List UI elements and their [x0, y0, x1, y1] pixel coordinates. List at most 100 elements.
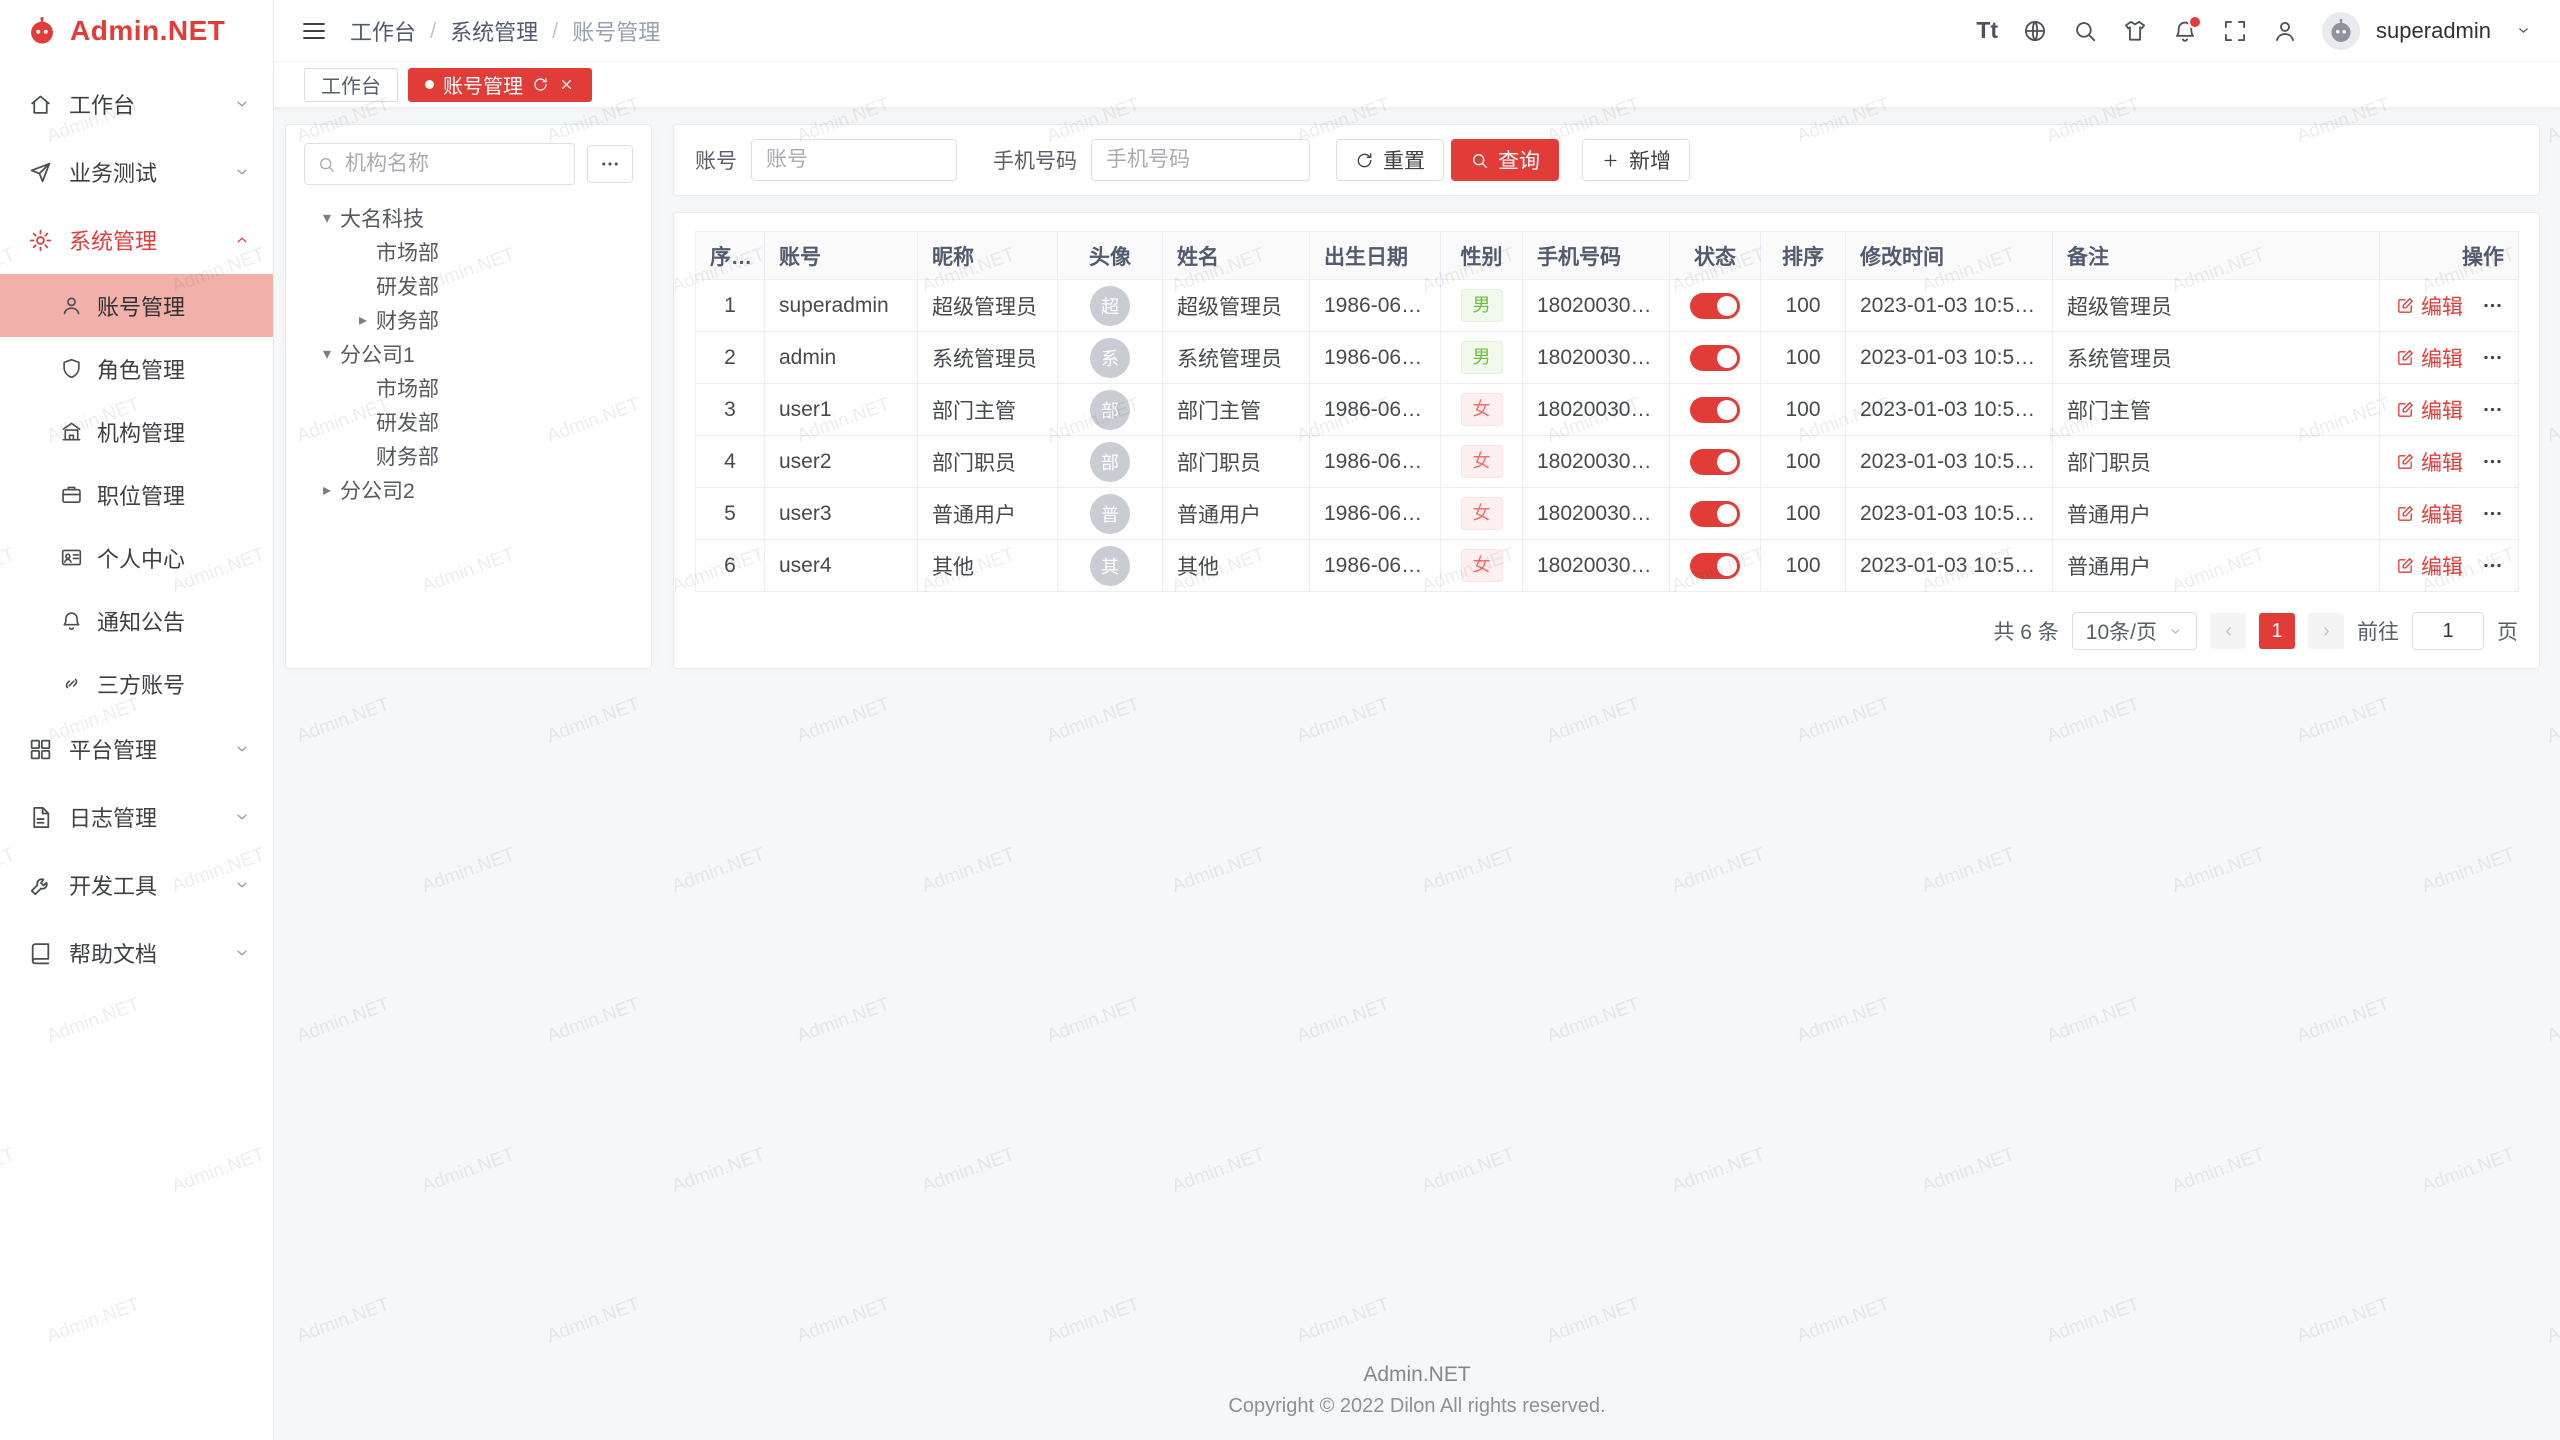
- profile-icon[interactable]: [2272, 18, 2298, 44]
- org-search-input[interactable]: [345, 152, 562, 176]
- user-menu-chevron-icon[interactable]: [2515, 22, 2532, 39]
- gender-tag: 女: [1461, 445, 1503, 477]
- tree-node[interactable]: 研发部: [304, 269, 633, 303]
- phone-input[interactable]: [1091, 139, 1310, 181]
- status-toggle[interactable]: [1690, 449, 1740, 475]
- tree-node[interactable]: 市场部: [304, 371, 633, 405]
- next-page-button[interactable]: [2308, 613, 2344, 649]
- theme-icon[interactable]: [2122, 18, 2148, 44]
- cell-name: 系统管理员: [1163, 332, 1310, 384]
- cell-account: superadmin: [765, 280, 918, 332]
- tree-caret-icon[interactable]: ▸: [314, 480, 340, 500]
- reset-button[interactable]: 重置: [1336, 139, 1444, 181]
- font-size-icon[interactable]: Tt: [1976, 19, 1998, 42]
- sidebar-item-system[interactable]: 系统管理: [0, 206, 273, 274]
- sidebar-item-platform[interactable]: 平台管理: [0, 715, 273, 783]
- org-more-button[interactable]: [587, 145, 633, 183]
- brand-logo[interactable]: Admin.NET: [0, 0, 273, 62]
- sidebar-subitem-position[interactable]: 职位管理: [0, 463, 273, 526]
- table-header-row: 序号账号昵称头像姓名出生日期性别手机号码状态排序修改时间备注操作: [696, 232, 2519, 280]
- cell-modified-time: 2023-01-03 10:59:44: [1846, 436, 2053, 488]
- column-header: 序号: [696, 232, 765, 280]
- tree-caret-icon[interactable]: ▾: [314, 344, 340, 364]
- tree-caret-icon[interactable]: ▾: [314, 208, 340, 228]
- add-button[interactable]: 新增: [1582, 139, 1690, 181]
- cell-avatar: 部: [1058, 436, 1163, 488]
- row-more-button[interactable]: [2481, 398, 2504, 421]
- row-more-button[interactable]: [2481, 294, 2504, 317]
- breadcrumb-item-system[interactable]: 系统管理: [450, 15, 538, 47]
- edit-button[interactable]: 编辑: [2396, 395, 2463, 425]
- tab-account-management[interactable]: 账号管理: [408, 68, 592, 102]
- cell-account: user3: [765, 488, 918, 540]
- sidebar-subitem-profile[interactable]: 个人中心: [0, 526, 273, 589]
- column-header: 头像: [1058, 232, 1163, 280]
- edit-button[interactable]: 编辑: [2396, 291, 2463, 321]
- page-1-button[interactable]: 1: [2259, 613, 2295, 649]
- sidebar-item-workbench[interactable]: 工作台: [0, 70, 273, 138]
- sidebar-subitem-label: 通知公告: [97, 605, 185, 637]
- edit-button[interactable]: 编辑: [2396, 499, 2463, 529]
- cell-gender: 女: [1441, 384, 1523, 436]
- edit-button[interactable]: 编辑: [2396, 551, 2463, 581]
- goto-page-input[interactable]: [2412, 612, 2484, 650]
- tree-node[interactable]: 市场部: [304, 235, 633, 269]
- sidebar-subitem-notice[interactable]: 通知公告: [0, 589, 273, 652]
- chevron-down-icon: [233, 808, 251, 826]
- username[interactable]: superadmin: [2376, 18, 2491, 44]
- active-tab-dot: [425, 80, 434, 89]
- row-more-button[interactable]: [2481, 450, 2504, 473]
- language-icon[interactable]: [2022, 18, 2048, 44]
- tree-node[interactable]: ▸财务部: [304, 303, 633, 337]
- tree-node[interactable]: ▾大名科技: [304, 201, 633, 235]
- sidebar-item-devtools[interactable]: 开发工具: [0, 851, 273, 919]
- account-input[interactable]: [751, 139, 957, 181]
- tree-node[interactable]: ▾分公司1: [304, 337, 633, 371]
- sidebar-item-logs[interactable]: 日志管理: [0, 783, 273, 851]
- sidebar-item-docs[interactable]: 帮助文档: [0, 919, 273, 987]
- row-more-button[interactable]: [2481, 346, 2504, 369]
- cell-modified-time: 2023-01-03 10:59:44: [1846, 540, 2053, 592]
- cell-birthdate: 1986-06-28: [1310, 488, 1441, 540]
- status-toggle[interactable]: [1690, 501, 1740, 527]
- notification-bell-icon[interactable]: [2172, 18, 2198, 44]
- column-header: 出生日期: [1310, 232, 1441, 280]
- search-label: 查询: [1498, 145, 1540, 175]
- column-header: 性别: [1441, 232, 1523, 280]
- global-search-icon[interactable]: [2072, 18, 2098, 44]
- shield-icon: [60, 357, 83, 380]
- sidebar-subitem-account[interactable]: 账号管理: [0, 274, 273, 337]
- edit-button[interactable]: 编辑: [2396, 343, 2463, 373]
- collapse-menu-icon[interactable]: [300, 17, 328, 45]
- add-label: 新增: [1629, 145, 1671, 175]
- tab-close-icon[interactable]: [558, 76, 575, 93]
- tree-caret-icon[interactable]: ▸: [350, 310, 376, 330]
- tab-workbench[interactable]: 工作台: [304, 68, 398, 102]
- tree-node-label: 分公司2: [340, 475, 415, 505]
- tree-node[interactable]: ▸分公司2: [304, 473, 633, 507]
- row-more-button[interactable]: [2481, 554, 2504, 577]
- prev-page-button[interactable]: [2210, 613, 2246, 649]
- sidebar-subitem-org[interactable]: 机构管理: [0, 400, 273, 463]
- fullscreen-icon[interactable]: [2222, 18, 2248, 44]
- table-row: 3user1部门主管部部门主管1986-06-28女18020030720100…: [696, 384, 2519, 436]
- sidebar-item-biz-test[interactable]: 业务测试: [0, 138, 273, 206]
- tree-node[interactable]: 财务部: [304, 439, 633, 473]
- book-icon: [28, 941, 53, 966]
- search-button[interactable]: 查询: [1451, 139, 1559, 181]
- row-more-button[interactable]: [2481, 502, 2504, 525]
- cell-birthdate: 1986-06-28: [1310, 332, 1441, 384]
- page-size-select[interactable]: 10条/页: [2072, 612, 2197, 650]
- status-toggle[interactable]: [1690, 397, 1740, 423]
- avatar: 普: [1090, 494, 1130, 534]
- status-toggle[interactable]: [1690, 553, 1740, 579]
- sidebar-subitem-role[interactable]: 角色管理: [0, 337, 273, 400]
- tab-refresh-icon[interactable]: [532, 76, 549, 93]
- edit-button[interactable]: 编辑: [2396, 447, 2463, 477]
- user-avatar[interactable]: [2322, 12, 2360, 50]
- sidebar-subitem-third-account[interactable]: 三方账号: [0, 652, 273, 715]
- status-toggle[interactable]: [1690, 293, 1740, 319]
- status-toggle[interactable]: [1690, 345, 1740, 371]
- tree-node[interactable]: 研发部: [304, 405, 633, 439]
- breadcrumb-item-workbench[interactable]: 工作台: [350, 15, 416, 47]
